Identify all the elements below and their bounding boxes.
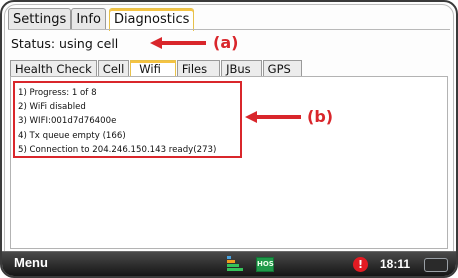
subtab-cell[interactable]: Cell [97, 60, 130, 77]
log-item: 5) Connection to 204.246.150.143 ready(2… [18, 144, 217, 155]
annotation-arrow-b [245, 111, 301, 123]
diagnostic-log-list: 1) Progress: 1 of 8 2) WiFi disabled 3) … [15, 83, 240, 157]
subtab-files[interactable]: Files [176, 60, 221, 77]
log-item: 4) Tx queue empty (166) [18, 130, 126, 141]
subtab-jbus[interactable]: JBus [221, 60, 262, 77]
annotation-label-b: (b) [307, 107, 334, 126]
log-item: 2) WiFi disabled [18, 102, 86, 113]
bottom-taskbar: Menu HOS ! 18:11 [2, 251, 456, 276]
log-item: 3) WIFI:001d7d76400e [18, 116, 117, 127]
diagnostic-log-box: 1) Progress: 1 of 8 2) WiFi disabled 3) … [13, 81, 242, 158]
top-tab-bar: Settings Info Diagnostics [8, 8, 195, 31]
annotation-label-a: (a) [213, 33, 239, 52]
status-text: Status: using cell [11, 36, 119, 51]
alert-icon[interactable]: ! [353, 257, 368, 272]
clock: 18:11 [380, 257, 411, 271]
menu-button[interactable]: Menu [14, 255, 48, 270]
sub-tab-bar: Health Check Cell Wifi Files JBus GPS [10, 60, 303, 77]
signal-bars-icon [227, 256, 243, 271]
subtab-health-check[interactable]: Health Check [10, 60, 97, 77]
tab-divider [8, 29, 450, 30]
tab-diagnostics[interactable]: Diagnostics [108, 8, 195, 31]
subtab-wifi[interactable]: Wifi [130, 60, 176, 77]
hos-icon[interactable]: HOS [256, 257, 274, 272]
subtab-gps[interactable]: GPS [262, 60, 302, 77]
log-item: 1) Progress: 1 of 8 [18, 88, 97, 98]
card-reader-icon[interactable] [424, 258, 448, 272]
tab-info[interactable]: Info [71, 8, 106, 30]
device-screen: Settings Info Diagnostics Status: using … [0, 0, 458, 278]
annotation-arrow-a [150, 37, 206, 49]
tab-settings[interactable]: Settings [8, 8, 72, 30]
